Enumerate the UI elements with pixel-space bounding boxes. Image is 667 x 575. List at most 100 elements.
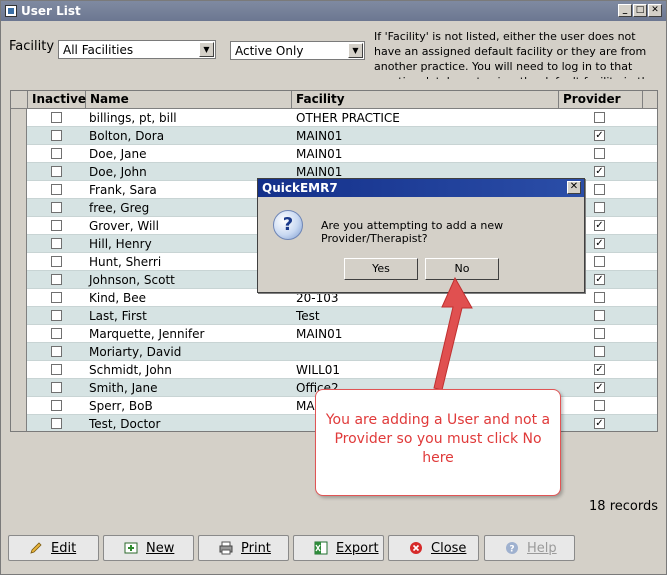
print-button-label: Print: [241, 541, 271, 556]
callout-arrow: [433, 276, 473, 391]
facility-dropdown-value: All Facilities: [63, 43, 134, 57]
table-row[interactable]: Marquette, Jennifer MAIN01: [11, 325, 657, 343]
inactive-checkbox[interactable]: [51, 166, 62, 177]
row-selector[interactable]: [11, 109, 27, 127]
row-selector[interactable]: [11, 361, 27, 379]
inactive-checkbox[interactable]: [51, 256, 62, 267]
chevron-down-icon[interactable]: ▼: [199, 42, 214, 57]
row-selector[interactable]: [11, 127, 27, 145]
row-selector[interactable]: [11, 343, 27, 361]
row-selector[interactable]: [11, 217, 27, 235]
provider-checkbox[interactable]: [594, 256, 605, 267]
close-icon[interactable]: ✕: [648, 4, 662, 17]
cell-facility: MAIN01: [296, 165, 343, 179]
export-button[interactable]: Export: [293, 535, 384, 561]
provider-checkbox[interactable]: ✓: [594, 238, 605, 249]
pencil-icon: [30, 542, 42, 554]
inactive-checkbox[interactable]: [51, 202, 62, 213]
question-icon: ?: [273, 210, 303, 240]
inactive-checkbox[interactable]: [51, 220, 62, 231]
minimize-icon[interactable]: _: [618, 4, 632, 17]
inactive-checkbox[interactable]: [51, 112, 62, 123]
inactive-checkbox[interactable]: [51, 274, 62, 285]
table-row[interactable]: Bolton, Dora MAIN01 ✓: [11, 127, 657, 145]
dialog-title: QuickEMR7: [262, 181, 338, 195]
provider-checkbox[interactable]: ✓: [594, 364, 605, 375]
provider-checkbox[interactable]: ✓: [594, 166, 605, 177]
row-selector[interactable]: [11, 199, 27, 217]
row-selector-header: [11, 91, 28, 108]
inactive-checkbox[interactable]: [51, 382, 62, 393]
provider-checkbox[interactable]: ✓: [594, 418, 605, 429]
row-selector[interactable]: [11, 163, 27, 181]
spreadsheet-icon: [314, 541, 328, 555]
dialog-close-icon[interactable]: ✕: [567, 181, 581, 194]
yes-button[interactable]: Yes: [344, 258, 418, 280]
inactive-checkbox[interactable]: [51, 130, 62, 141]
column-header-facility[interactable]: Facility: [292, 91, 559, 108]
row-selector[interactable]: [11, 325, 27, 343]
dialog-title-bar: QuickEMR7 ✕: [258, 179, 584, 197]
row-selector[interactable]: [11, 145, 27, 163]
cell-name: Grover, Will: [89, 219, 159, 233]
cell-name: Sperr, BoB: [89, 399, 153, 413]
new-button[interactable]: New: [103, 535, 194, 561]
provider-checkbox[interactable]: ✓: [594, 382, 605, 393]
inactive-checkbox[interactable]: [51, 184, 62, 195]
cell-facility: MAIN01: [296, 327, 343, 341]
provider-checkbox[interactable]: [594, 112, 605, 123]
inactive-checkbox[interactable]: [51, 148, 62, 159]
provider-checkbox[interactable]: [594, 292, 605, 303]
cell-name: Doe, Jane: [89, 147, 147, 161]
column-header-inactive[interactable]: Inactive: [28, 91, 86, 108]
maximize-icon[interactable]: □: [633, 4, 647, 17]
provider-checkbox[interactable]: [594, 346, 605, 357]
close-button[interactable]: Close: [388, 535, 479, 561]
provider-checkbox[interactable]: [594, 328, 605, 339]
cell-name: Johnson, Scott: [89, 273, 175, 287]
table-row[interactable]: Doe, Jane MAIN01: [11, 145, 657, 163]
cell-facility: MA: [296, 399, 315, 413]
row-selector[interactable]: [11, 379, 27, 397]
inactive-checkbox[interactable]: [51, 238, 62, 249]
provider-checkbox[interactable]: [594, 310, 605, 321]
edit-button[interactable]: Edit: [8, 535, 99, 561]
inactive-checkbox[interactable]: [51, 310, 62, 321]
table-row[interactable]: Last, First Test: [11, 307, 657, 325]
print-button[interactable]: Print: [198, 535, 289, 561]
provider-checkbox[interactable]: [594, 148, 605, 159]
row-selector[interactable]: [11, 253, 27, 271]
status-dropdown[interactable]: Active Only ▼: [230, 41, 365, 60]
inactive-checkbox[interactable]: [51, 328, 62, 339]
close-button-label: Close: [431, 541, 467, 556]
row-selector[interactable]: [11, 397, 27, 415]
provider-checkbox[interactable]: [594, 400, 605, 411]
provider-checkbox[interactable]: ✓: [594, 220, 605, 231]
table-row[interactable]: Moriarty, David: [11, 343, 657, 361]
inactive-checkbox[interactable]: [51, 364, 62, 375]
row-selector[interactable]: [11, 415, 27, 431]
column-header-name[interactable]: Name: [86, 91, 292, 108]
inactive-checkbox[interactable]: [51, 292, 62, 303]
row-selector[interactable]: [11, 271, 27, 289]
title-bar: User List _ □ ✕: [1, 1, 666, 21]
help-button[interactable]: ? Help: [484, 535, 575, 561]
inactive-checkbox[interactable]: [51, 418, 62, 429]
table-row[interactable]: billings, pt, bill OTHER PRACTICE: [11, 109, 657, 127]
cell-name: Kind, Bee: [89, 291, 147, 305]
inactive-checkbox[interactable]: [51, 346, 62, 357]
row-selector[interactable]: [11, 181, 27, 199]
row-selector[interactable]: [11, 307, 27, 325]
row-selector[interactable]: [11, 289, 27, 307]
provider-checkbox[interactable]: [594, 202, 605, 213]
row-selector[interactable]: [11, 235, 27, 253]
provider-checkbox[interactable]: ✓: [594, 130, 605, 141]
provider-checkbox[interactable]: [594, 184, 605, 195]
cell-name: Schmidt, John: [89, 363, 172, 377]
inactive-checkbox[interactable]: [51, 400, 62, 411]
chevron-down-icon[interactable]: ▼: [348, 43, 363, 58]
provider-checkbox[interactable]: ✓: [594, 274, 605, 285]
column-header-provider[interactable]: Provider: [559, 91, 643, 108]
table-row[interactable]: Schmidt, John WILL01 ✓: [11, 361, 657, 379]
facility-dropdown[interactable]: All Facilities ▼: [58, 40, 216, 59]
